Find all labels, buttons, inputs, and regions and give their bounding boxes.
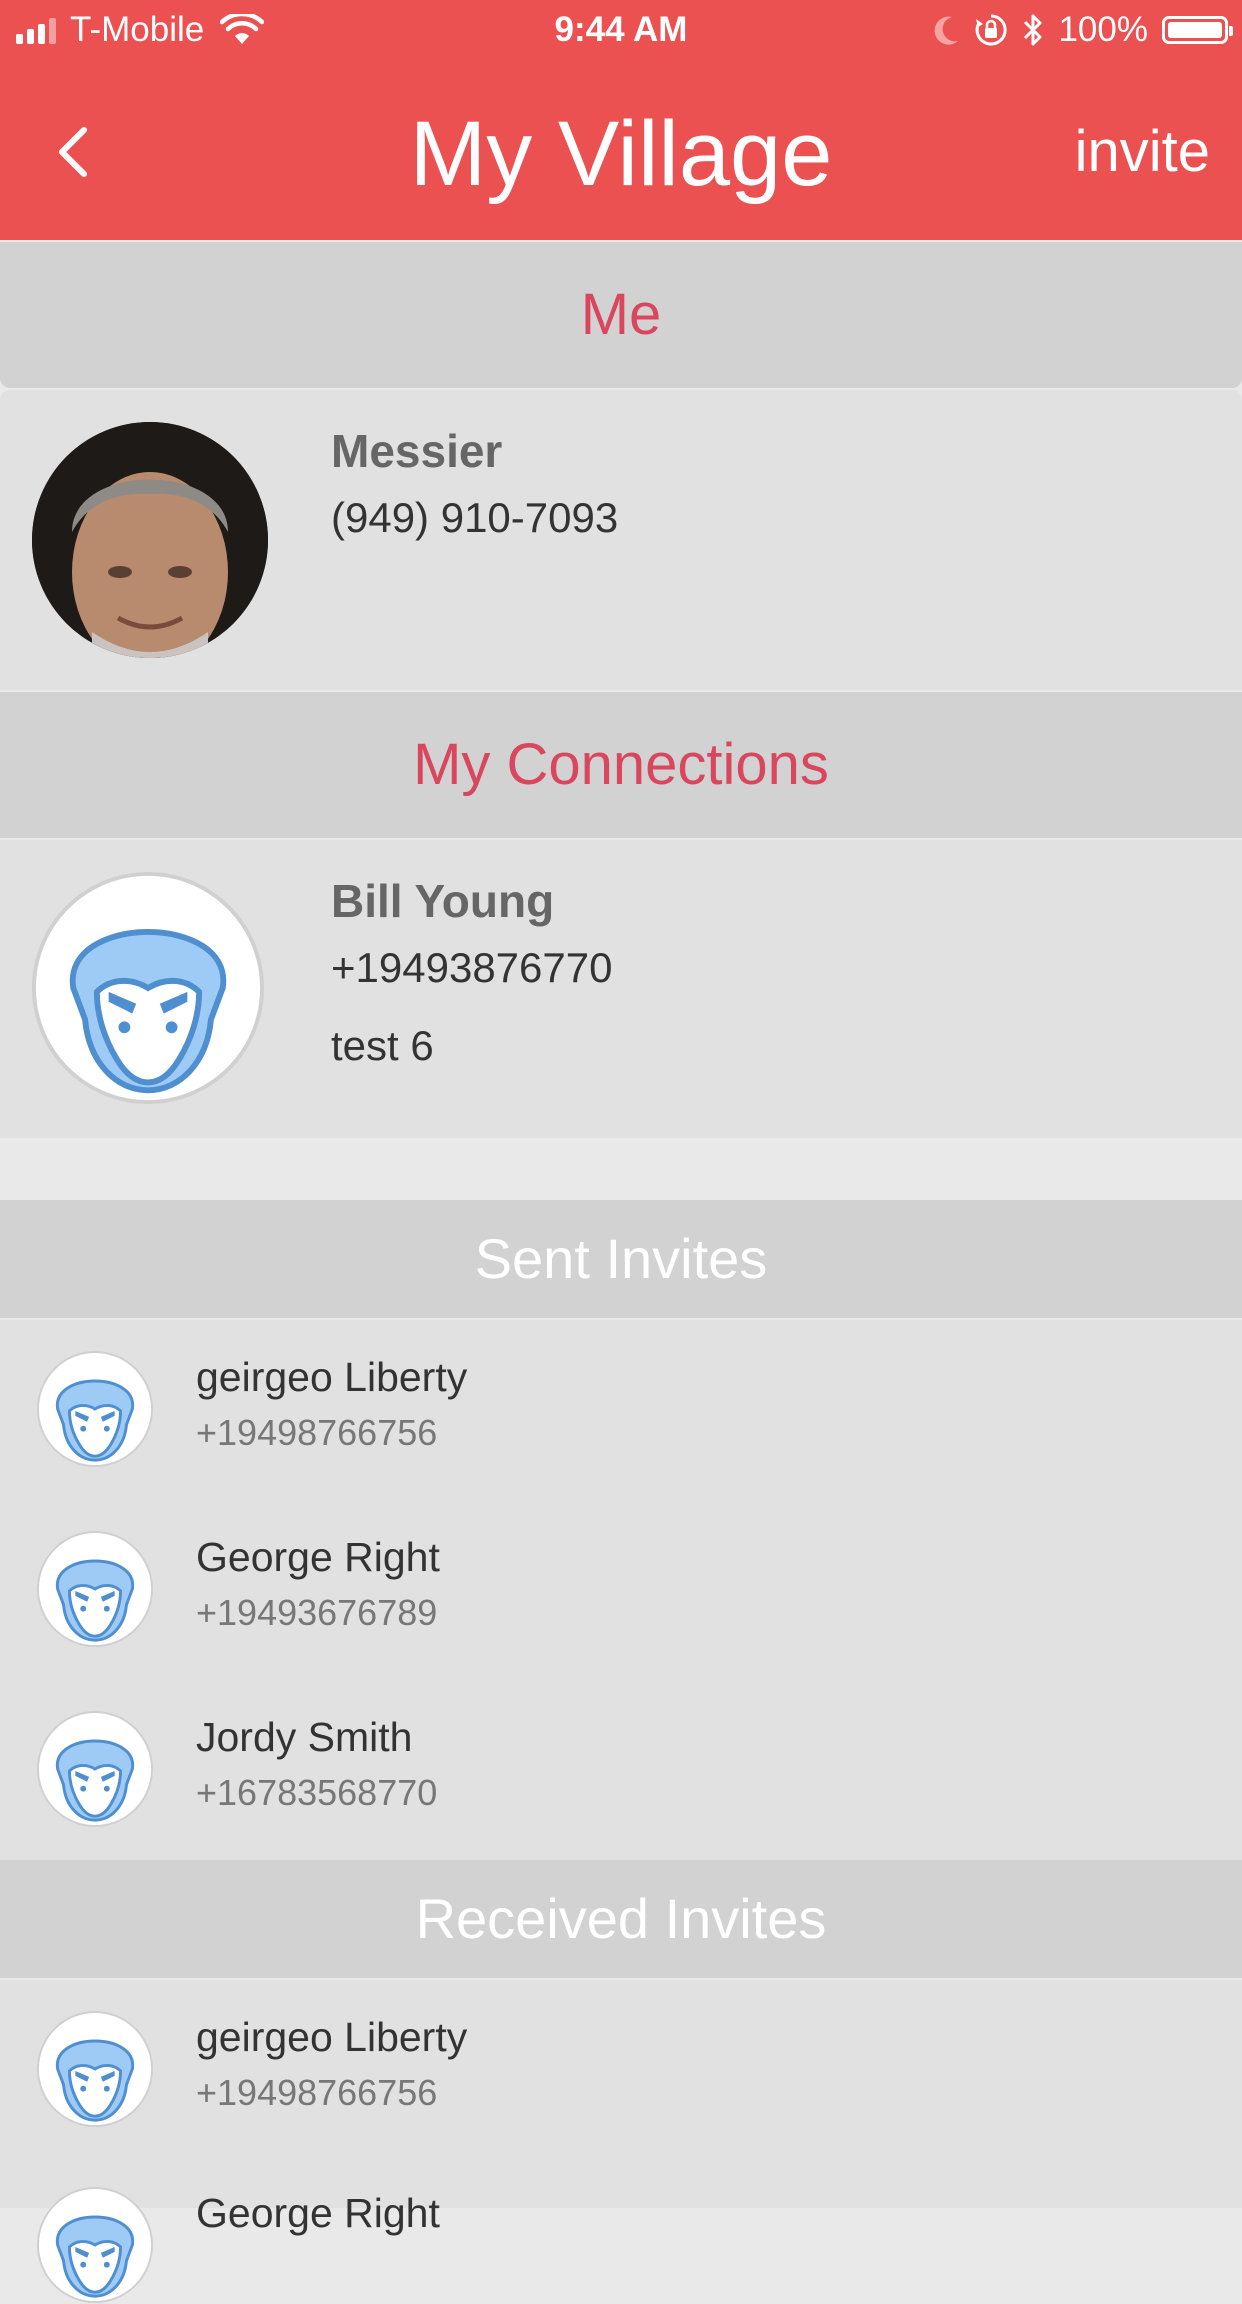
section-header-received-invites: Received Invites (0, 1860, 1242, 1978)
moon-icon (935, 16, 959, 45)
me-name: Messier (331, 425, 503, 477)
received-invites-list (0, 1980, 1242, 2208)
received-invite-phone: +19498766756 (196, 2072, 438, 2113)
default-avatar-icon (36, 1530, 154, 1648)
section-header-connections: My Connections (0, 692, 1242, 838)
sent-invite-name[interactable]: George Right (196, 1534, 440, 1581)
sent-invite-phone: +19493676789 (196, 1592, 438, 1633)
section-header-me: Me (0, 242, 1242, 388)
received-invite-name[interactable]: George Right (196, 2190, 440, 2237)
sent-invites-list (0, 1320, 1242, 1860)
connection-name: Bill Young (331, 875, 555, 927)
default-avatar-icon (36, 2186, 154, 2304)
default-avatar-icon (36, 1350, 154, 1468)
battery-percent: 100% (1058, 10, 1148, 49)
connection-phone: +19493876770 (331, 944, 613, 991)
sent-invite-name[interactable]: geirgeo Liberty (196, 1354, 467, 1401)
connection-note: test 6 (331, 1022, 434, 1069)
sent-invite-phone: +19498766756 (196, 1412, 438, 1453)
nav-bar: My Village invite (0, 62, 1242, 240)
status-bar: T-Mobile 9:44 AM 100% (0, 0, 1242, 62)
me-phone: (949) 910-7093 (331, 494, 619, 541)
received-invite-name[interactable]: geirgeo Liberty (196, 2014, 467, 2061)
avatar (30, 870, 266, 1106)
default-avatar-icon (36, 1710, 154, 1828)
status-right: 100% (934, 10, 1233, 50)
battery-icon (1162, 16, 1233, 44)
invite-button[interactable]: invite (1075, 118, 1210, 185)
sent-invite-phone: +16783568770 (196, 1772, 438, 1813)
bluetooth-icon (1024, 14, 1042, 46)
profile-photo-icon (32, 422, 268, 658)
section-header-sent-invites: Sent Invites (0, 1200, 1242, 1318)
default-avatar-icon (30, 870, 266, 1106)
default-avatar-icon (36, 2010, 154, 2128)
page-title: My Village (409, 103, 833, 205)
rotation-lock-icon (976, 14, 1008, 46)
avatar (32, 422, 268, 658)
sent-invite-name[interactable]: Jordy Smith (196, 1714, 412, 1761)
